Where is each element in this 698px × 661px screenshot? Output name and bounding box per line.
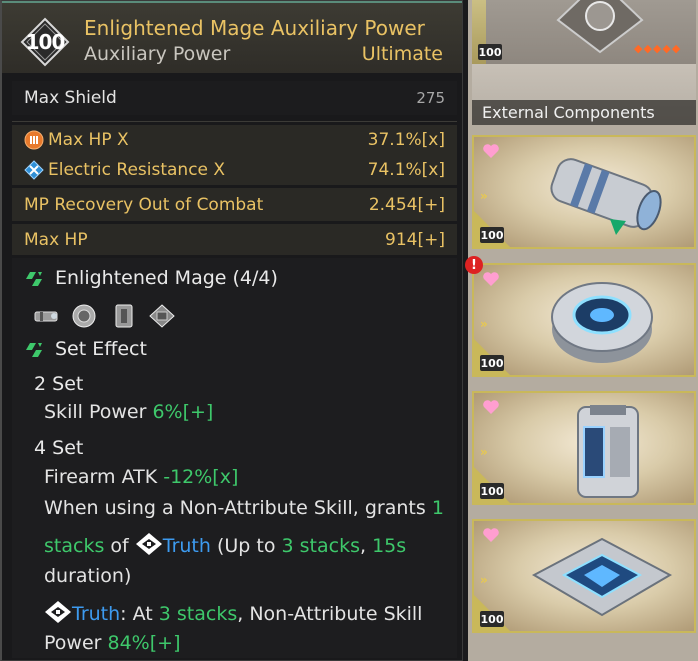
sub-stat-value: 914[+] xyxy=(385,229,445,250)
heart-icon xyxy=(483,528,499,542)
sub-stat-row: Electric Resistance X 74.1%[x] xyxy=(12,155,457,185)
desc-power-value: 84%[+] xyxy=(107,632,181,654)
divider xyxy=(12,121,457,122)
desc-at-stacks: 3 stacks xyxy=(158,603,238,625)
rating-dots: ◆◆◆◆◆ xyxy=(634,42,682,55)
set-effect-heading: Set Effect xyxy=(55,338,147,360)
sub-stat-row: Max HP 914[+] xyxy=(12,224,457,255)
spark-plug-component-icon xyxy=(34,311,58,322)
tooltip-header: 100 Enlightened Mage Auxiliary Power Aux… xyxy=(2,1,462,73)
chevron-icon: » xyxy=(480,189,488,203)
desc-max-stacks: 3 stacks xyxy=(281,535,360,557)
component-image xyxy=(577,405,639,498)
inventory-card[interactable]: » 100 xyxy=(472,519,696,633)
base-stat-label: Max Shield xyxy=(24,88,117,108)
item-title: Enlightened Mage Auxiliary Power xyxy=(84,16,425,40)
two-set-label: 2 Set xyxy=(34,373,84,395)
four-set-desc-line3: duration) xyxy=(44,565,132,587)
sensor-component-icon xyxy=(72,304,96,328)
truth-desc-line2: Power 84%[+] xyxy=(44,632,180,654)
sub-stat-label: Max HP xyxy=(24,229,88,250)
sub-stat-value: 74.1%[x] xyxy=(367,160,445,180)
alert-icon: ! xyxy=(465,256,483,274)
component-image xyxy=(550,158,662,235)
sub-stat-label: Electric Resistance X xyxy=(48,160,226,180)
desc-stacks: stacks xyxy=(44,535,105,557)
truth-desc-line1: Truth: At 3 stacks, Non-Attribute Skill xyxy=(44,600,422,625)
sub-stat-row: MP Recovery Out of Combat 2.454[+] xyxy=(12,188,457,221)
processor-component-icon xyxy=(149,304,175,328)
desc-up-to: (Up to xyxy=(210,535,282,557)
desc-comma: , xyxy=(359,535,373,557)
sub-stat-label: MP Recovery Out of Combat xyxy=(24,194,264,215)
truth-icon xyxy=(45,601,71,623)
inventory-card[interactable]: » 100 xyxy=(472,391,696,505)
component-image xyxy=(531,537,673,617)
card-level: 100 xyxy=(480,227,504,243)
desc-duration: 15s xyxy=(372,535,407,557)
desc-rest: , Non-Attribute Skill xyxy=(237,603,423,625)
four-set-stat: Firearm ATK xyxy=(44,466,164,488)
desc-stacks-count: 1 xyxy=(431,497,444,519)
card-level: 100 xyxy=(480,483,504,499)
heart-icon xyxy=(483,144,499,158)
four-set-desc-line1: When using a Non-Attribute Skill, grants… xyxy=(44,497,444,519)
hp-icon xyxy=(24,130,44,150)
truth-label: Truth xyxy=(72,603,121,625)
heart-icon xyxy=(483,272,499,286)
desc-of: of xyxy=(104,535,135,557)
set-name: Enlightened Mage (4/4) xyxy=(55,267,278,289)
sub-stat-value: 2.454[+] xyxy=(368,194,445,215)
item-tooltip: 100 Enlightened Mage Auxiliary Power Aux… xyxy=(0,0,463,661)
four-set-label: 4 Set xyxy=(34,437,84,459)
desc-at: : At xyxy=(120,603,159,625)
desc-text: When using a Non-Attribute Skill, grants xyxy=(44,497,432,519)
sub-stat-row: Max HP X 37.1%[x] xyxy=(12,125,457,155)
sub-stat-label: Max HP X xyxy=(48,130,129,150)
inventory-card[interactable]: » 100 xyxy=(472,135,696,249)
four-set-desc-line2: stacks of Truth (Up to 3 stacks, 15s xyxy=(44,532,406,557)
chevron-icon: » xyxy=(480,445,488,459)
set-effect-icon xyxy=(26,343,42,357)
inventory-card[interactable]: » 100 xyxy=(472,263,696,377)
four-set-effect: Firearm ATK -12%[x] xyxy=(44,466,238,488)
desc-power: Power xyxy=(44,632,108,654)
sub-stat-value: 37.1%[x] xyxy=(367,130,445,150)
truth-label: Truth xyxy=(162,535,211,557)
chevron-icon: » xyxy=(480,573,488,587)
two-set-value: 6%[+] xyxy=(152,401,214,423)
heart-icon xyxy=(483,400,499,414)
item-type: Auxiliary Power xyxy=(84,43,231,65)
base-stat-row: Max Shield 275 xyxy=(12,81,457,115)
card-level: 100 xyxy=(480,611,504,627)
truth-icon xyxy=(135,533,162,555)
set-icon xyxy=(26,272,42,286)
card-level: 100 xyxy=(480,355,504,371)
electric-icon xyxy=(24,160,44,180)
chevron-icon: » xyxy=(480,317,488,331)
memory-component-icon xyxy=(115,304,133,328)
level-badge: 100 xyxy=(20,17,70,67)
two-set-effect: Skill Power 6%[+] xyxy=(44,401,213,423)
section-label: External Components xyxy=(472,100,696,125)
card-level: 100 xyxy=(478,44,502,60)
item-rarity: Ultimate xyxy=(361,43,443,65)
base-stat-value: 275 xyxy=(416,89,445,107)
four-set-value: -12%[x] xyxy=(163,466,239,488)
component-image xyxy=(551,282,653,363)
two-set-stat: Skill Power xyxy=(44,401,153,423)
level-value: 100 xyxy=(25,30,66,54)
